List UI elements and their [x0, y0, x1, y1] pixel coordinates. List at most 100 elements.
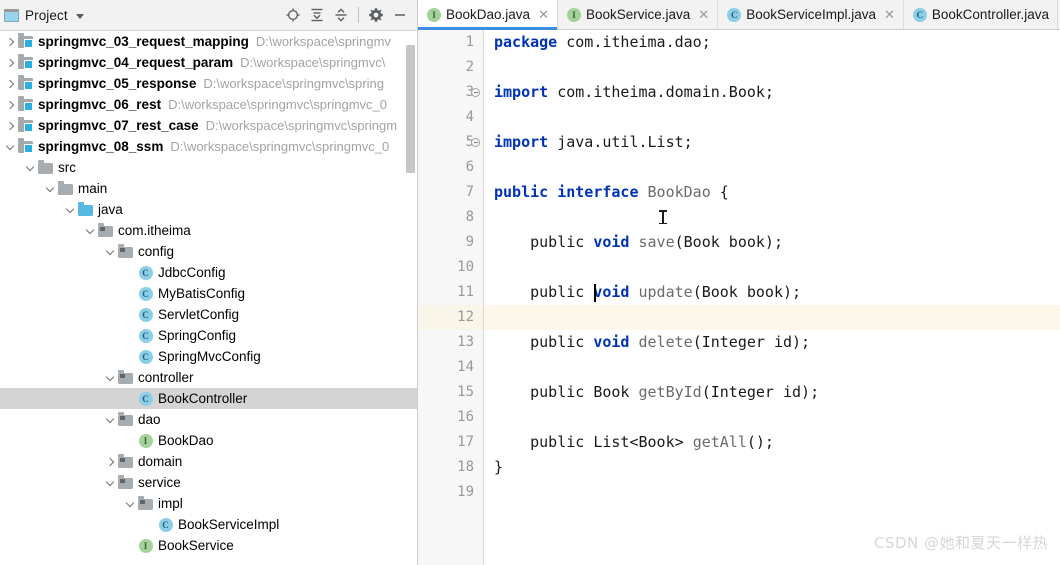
code-editor[interactable]: 1 2 3 4 5 6 7 8 9 10 11 12 13 14 15 16 17 18 19 package co…: [418, 30, 1060, 565]
tree-node-bookservice[interactable]: I BookService: [0, 535, 417, 556]
code-line[interactable]: [484, 55, 1060, 80]
code-line[interactable]: [484, 355, 1060, 380]
tree-node-servletconfig[interactable]: C ServletConfig: [0, 304, 417, 325]
tree-node-springmvcconfig[interactable]: C SpringMvcConfig: [0, 346, 417, 367]
project-title-group[interactable]: Project: [4, 8, 84, 23]
tree-node-label: src: [58, 160, 76, 175]
editor-tab-bookdao-java[interactable]: I BookDao.java ✕: [418, 0, 558, 30]
tree-node-springmvc-08-ssm[interactable]: springmvc_08_ssm D:\workspace\springmvc\s…: [0, 136, 417, 157]
close-icon[interactable]: ✕: [884, 8, 895, 21]
tree-node-com-itheima[interactable]: com.itheima: [0, 220, 417, 241]
code-line[interactable]: [484, 255, 1060, 280]
line-number: 19: [457, 484, 474, 500]
tree-node-src[interactable]: src: [0, 157, 417, 178]
tree-node-bookcontroller[interactable]: C BookController: [0, 388, 417, 409]
code-fold-icon[interactable]: [471, 138, 480, 147]
tree-node-path: D:\workspace\springmvc\spring: [203, 76, 384, 91]
code-line[interactable]: [484, 205, 1060, 230]
code-line[interactable]: [484, 155, 1060, 180]
chevron-down-icon[interactable]: [44, 182, 57, 195]
java-class-icon-glyph: C: [158, 517, 173, 532]
tree-node-mybatisconfig[interactable]: C MyBatisConfig: [0, 283, 417, 304]
chevron-down-icon[interactable]: [104, 476, 117, 489]
tree-node-dao[interactable]: dao: [0, 409, 417, 430]
project-tree[interactable]: springmvc_03_request_mapping D:\workspace…: [0, 31, 417, 565]
chevron-down-icon[interactable]: [75, 13, 84, 19]
tree-node-bookserviceimpl[interactable]: C BookServiceImpl: [0, 514, 417, 535]
code-line[interactable]: import java.util.List;: [484, 130, 1060, 155]
tree-node-controller[interactable]: controller: [0, 367, 417, 388]
code-line[interactable]: public void update(Book book);: [484, 280, 1060, 305]
chevron-down-icon[interactable]: [24, 161, 37, 174]
code-line[interactable]: [484, 480, 1060, 505]
code-line[interactable]: [484, 305, 1060, 330]
code-line[interactable]: import com.itheima.domain.Book;: [484, 80, 1060, 105]
tree-node-impl[interactable]: impl: [0, 493, 417, 514]
mouse-text-cursor-icon: [659, 210, 667, 224]
editor-tab-bookserviceimpl-java[interactable]: C BookServiceImpl.java ✕: [718, 0, 904, 29]
code-line[interactable]: public Book getById(Integer id);: [484, 380, 1060, 405]
tree-node-bookdao[interactable]: I BookDao: [0, 430, 417, 451]
module-folder-icon-glyph: [18, 33, 33, 48]
editor-tab-bookservice-java[interactable]: I BookService.java ✕: [557, 0, 719, 29]
chevron-right-icon[interactable]: [4, 98, 17, 111]
close-icon[interactable]: ✕: [698, 8, 709, 21]
chevron-right-icon[interactable]: [4, 119, 17, 132]
editor-area: I BookDao.java ✕ I BookService.java ✕ C BookSer…: [418, 0, 1060, 565]
collapse-all-icon[interactable]: [330, 4, 352, 26]
chevron-down-icon[interactable]: [104, 413, 117, 426]
tree-node-springmvc-04-request-param[interactable]: springmvc_04_request_param D:\workspace\s…: [0, 52, 417, 73]
code-fold-icon[interactable]: [471, 88, 480, 97]
code-line[interactable]: public interface BookDao {: [484, 180, 1060, 205]
tree-node-domain[interactable]: domain: [0, 451, 417, 472]
chevron-right-icon[interactable]: [4, 35, 17, 48]
project-tree-scrollbar[interactable]: [406, 45, 415, 173]
tree-node-springconfig[interactable]: C SpringConfig: [0, 325, 417, 346]
chevron-right-icon[interactable]: [4, 77, 17, 90]
code-line[interactable]: public void save(Book book);: [484, 230, 1060, 255]
chevron-down-icon[interactable]: [64, 203, 77, 216]
module-folder-icon: [17, 75, 35, 92]
tree-node-config[interactable]: config: [0, 241, 417, 262]
source-folder-icon-glyph: [78, 202, 93, 216]
code-line[interactable]: [484, 405, 1060, 430]
chevron-right-icon[interactable]: [104, 455, 117, 468]
code-token: package: [494, 33, 567, 51]
package-folder-icon-glyph: [98, 223, 113, 237]
line-number: 1: [465, 34, 474, 50]
code-token: void: [593, 233, 639, 251]
tree-node-springmvc-03-request-mapping[interactable]: springmvc_03_request_mapping D:\workspace…: [0, 31, 417, 52]
code-line[interactable]: public void delete(Integer id);: [484, 330, 1060, 355]
locate-icon[interactable]: [282, 4, 304, 26]
close-icon[interactable]: ✕: [538, 8, 549, 21]
chevron-down-icon[interactable]: [104, 371, 117, 384]
chevron-down-icon[interactable]: [124, 497, 137, 510]
code-line[interactable]: public List<Book> getAll();: [484, 430, 1060, 455]
code-line[interactable]: }: [484, 455, 1060, 480]
expand-all-icon[interactable]: [306, 4, 328, 26]
tree-node-label: domain: [138, 454, 183, 469]
minimize-icon[interactable]: [389, 4, 411, 26]
module-folder-icon: [17, 117, 35, 134]
editor-tab-bookcontroller-java[interactable]: C BookController.java: [903, 0, 1058, 29]
code-line[interactable]: package com.itheima.dao;: [484, 30, 1060, 55]
code-line[interactable]: [484, 105, 1060, 130]
code-token: public: [494, 233, 594, 251]
gear-icon[interactable]: [365, 4, 387, 26]
tree-node-jdbcconfig[interactable]: C JdbcConfig: [0, 262, 417, 283]
tree-node-service[interactable]: service: [0, 472, 417, 493]
folder-icon: [37, 160, 55, 176]
tree-node-springmvc-07-rest-case[interactable]: springmvc_07_rest_case D:\workspace\sprin…: [0, 115, 417, 136]
toolbar-divider: [358, 7, 359, 23]
chevron-down-icon[interactable]: [84, 224, 97, 237]
chevron-down-icon[interactable]: [4, 140, 17, 153]
tree-node-springmvc-06-rest[interactable]: springmvc_06_rest D:\workspace\springmvc\…: [0, 94, 417, 115]
code-token: (Integer id);: [692, 333, 811, 351]
tree-node-springmvc-05-response[interactable]: springmvc_05_response D:\workspace\spring…: [0, 73, 417, 94]
chevron-down-icon[interactable]: [104, 245, 117, 258]
chevron-right-icon[interactable]: [4, 56, 17, 69]
tree-node-java[interactable]: java: [0, 199, 417, 220]
code-content[interactable]: package com.itheima.dao; import com.ithei…: [484, 30, 1060, 565]
tree-node-label: SpringConfig: [158, 328, 237, 343]
tree-node-main[interactable]: main: [0, 178, 417, 199]
